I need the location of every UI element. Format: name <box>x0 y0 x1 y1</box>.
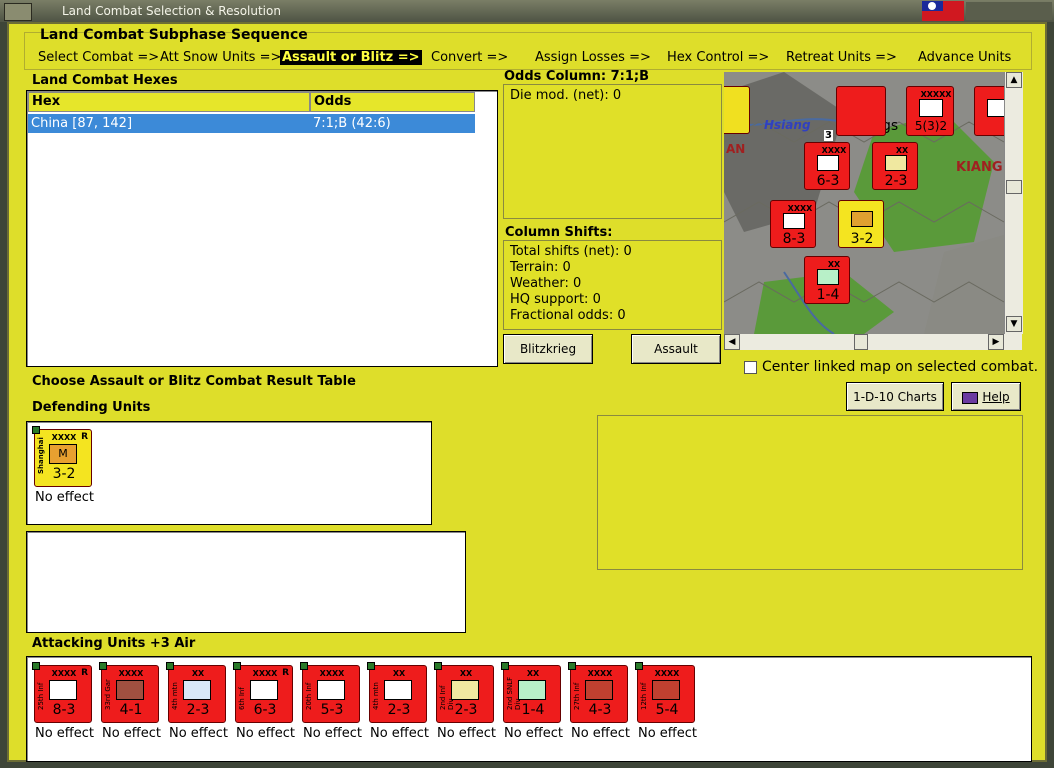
attacking-effect: No effect <box>638 726 698 741</box>
sequence-title: Land Combat Subphase Sequence <box>40 27 308 43</box>
scroll-thumb[interactable] <box>854 334 868 350</box>
attacking-unit-counter[interactable]: XXXX R 25th Inf 8-3 <box>32 662 92 723</box>
seq-assign-losses: Assign Losses => <box>535 50 651 65</box>
scroll-down-icon[interactable]: ▼ <box>1006 316 1022 332</box>
seq-att-snow-units: Att Snow Units => <box>160 50 282 65</box>
hex-column-header[interactable]: Hex <box>28 92 310 112</box>
shift-terrain: Terrain: 0 <box>510 260 571 275</box>
blitzkrieg-button[interactable]: Blitzkrieg <box>503 334 593 364</box>
map-counter[interactable]: XX 1-4 <box>804 256 850 304</box>
attacking-unit-counter[interactable]: XX 4th mtn 2-3 <box>166 662 226 723</box>
defending-effect: No effect <box>35 490 95 505</box>
map-vertical-scrollbar[interactable]: ▲ ▼ <box>1004 72 1023 334</box>
attacking-title: Attacking Units +3 Air <box>32 636 196 651</box>
scroll-up-icon[interactable]: ▲ <box>1006 72 1022 88</box>
choose-crt-label: Choose Assault or Blitz Combat Result Ta… <box>32 374 356 389</box>
shift-fractional-odds: Fractional odds: 0 <box>510 308 626 323</box>
attacking-effect: No effect <box>169 726 229 741</box>
die-mod-text: Die mod. (net): 0 <box>510 88 622 103</box>
scroll-left-icon[interactable]: ◀ <box>724 334 740 350</box>
defending-unit-counter[interactable]: XXXX R Shanghai M 3-2 <box>32 426 92 487</box>
scroll-thumb[interactable] <box>1006 180 1022 194</box>
map-horizontal-scrollbar[interactable]: ◀ ▶ <box>724 334 1022 350</box>
seq-hex-control: Hex Control => <box>667 50 770 65</box>
attacking-unit-counter[interactable]: XXXX 12th Inf 5-4 <box>635 662 695 723</box>
attacking-effect: No effect <box>35 726 95 741</box>
center-map-label: Center linked map on selected combat. <box>762 359 1039 375</box>
scroll-right-icon[interactable]: ▶ <box>988 334 1004 350</box>
attacking-effect: No effect <box>504 726 564 741</box>
game-window: Land Combat Selection & Resolution Land … <box>0 0 1054 768</box>
shift-total: Total shifts (net): 0 <box>510 244 632 259</box>
attacking-effect: No effect <box>303 726 363 741</box>
empty-white-panel <box>26 531 466 633</box>
map-stack-count: 3 <box>824 130 833 141</box>
map-counter[interactable]: XXXX 6-3 <box>804 142 850 190</box>
map-label-kiang: KIANG <box>956 160 1003 175</box>
attacking-effect: No effect <box>437 726 497 741</box>
seq-advance-units: Advance Units <box>918 50 1012 65</box>
map-label-hsiang: Hsiang <box>764 118 811 132</box>
title-bar: Land Combat Selection & Resolution <box>0 0 1054 22</box>
attacking-unit-counter[interactable]: XXXX 33rd Gar 4-1 <box>99 662 159 723</box>
center-map-checkbox[interactable] <box>744 361 757 374</box>
odds-column-title: Odds Column: 7:1;B <box>504 69 650 84</box>
linked-map[interactable]: Hsiang KIANG AN gs XXXXX 5(3)2 XXXX 6-3 XX… <box>724 72 1022 334</box>
table-row[interactable]: China [87, 142] 7:1;B (42:6) <box>28 114 475 133</box>
map-counter-defender[interactable]: 3-2 <box>838 200 884 248</box>
shift-hq-support: HQ support: 0 <box>510 292 601 307</box>
nationality-flag-icon <box>922 1 964 21</box>
map-counter[interactable]: XX 2-3 <box>872 142 918 190</box>
attacking-effect: No effect <box>370 726 430 741</box>
attacking-unit-counter[interactable]: XX 2nd SNLF Div 1-4 <box>501 662 561 723</box>
hexes-title: Land Combat Hexes <box>32 73 178 88</box>
combat-result-panel <box>597 415 1023 570</box>
odds-column-header[interactable]: Odds <box>310 92 475 112</box>
help-button[interactable]: Help <box>951 382 1021 411</box>
attacking-unit-counter[interactable]: XXXX R 6th Inf 6-3 <box>233 662 293 723</box>
map-counter[interactable]: XXXX 8-3 <box>770 200 816 248</box>
map-counter[interactable]: XXXXX 5(3)2 <box>906 86 954 136</box>
attacking-unit-counter[interactable]: XXXX 20th Inf 5-3 <box>300 662 360 723</box>
title-bar-right <box>966 2 1052 20</box>
attacking-unit-counter[interactable]: XXXX 27th Inf 4-3 <box>568 662 628 723</box>
map-label-an: AN <box>726 142 746 156</box>
window-title: Land Combat Selection & Resolution <box>62 4 281 18</box>
column-shifts-title: Column Shifts: <box>505 225 613 240</box>
help-label: Help <box>982 390 1010 404</box>
seq-convert: Convert => <box>431 50 509 65</box>
assault-button[interactable]: Assault <box>631 334 721 364</box>
book-icon <box>962 391 979 404</box>
attacking-unit-counter[interactable]: XX 4th mtn 2-3 <box>367 662 427 723</box>
attacking-effect: No effect <box>571 726 631 741</box>
map-counter-edge[interactable] <box>724 86 750 134</box>
charts-button[interactable]: 1-D-10 Charts <box>846 382 944 411</box>
attacking-effect: No effect <box>102 726 162 741</box>
system-menu-icon[interactable] <box>4 3 32 21</box>
map-counter-air[interactable] <box>836 86 886 136</box>
seq-retreat-units: Retreat Units => <box>786 50 897 65</box>
shift-weather: Weather: 0 <box>510 276 582 291</box>
odds-cell: 7:1;B (42:6) <box>313 116 391 131</box>
seq-select-combat: Select Combat => <box>38 50 160 65</box>
hex-cell: China [87, 142] <box>31 116 133 131</box>
attacking-effect: No effect <box>236 726 296 741</box>
seq-assault-or-blitz: Assault or Blitz => <box>280 50 422 65</box>
attacking-unit-counter[interactable]: XX 2nd Inf Div 2-3 <box>434 662 494 723</box>
odds-panel <box>503 84 722 219</box>
defending-title: Defending Units <box>32 400 151 415</box>
